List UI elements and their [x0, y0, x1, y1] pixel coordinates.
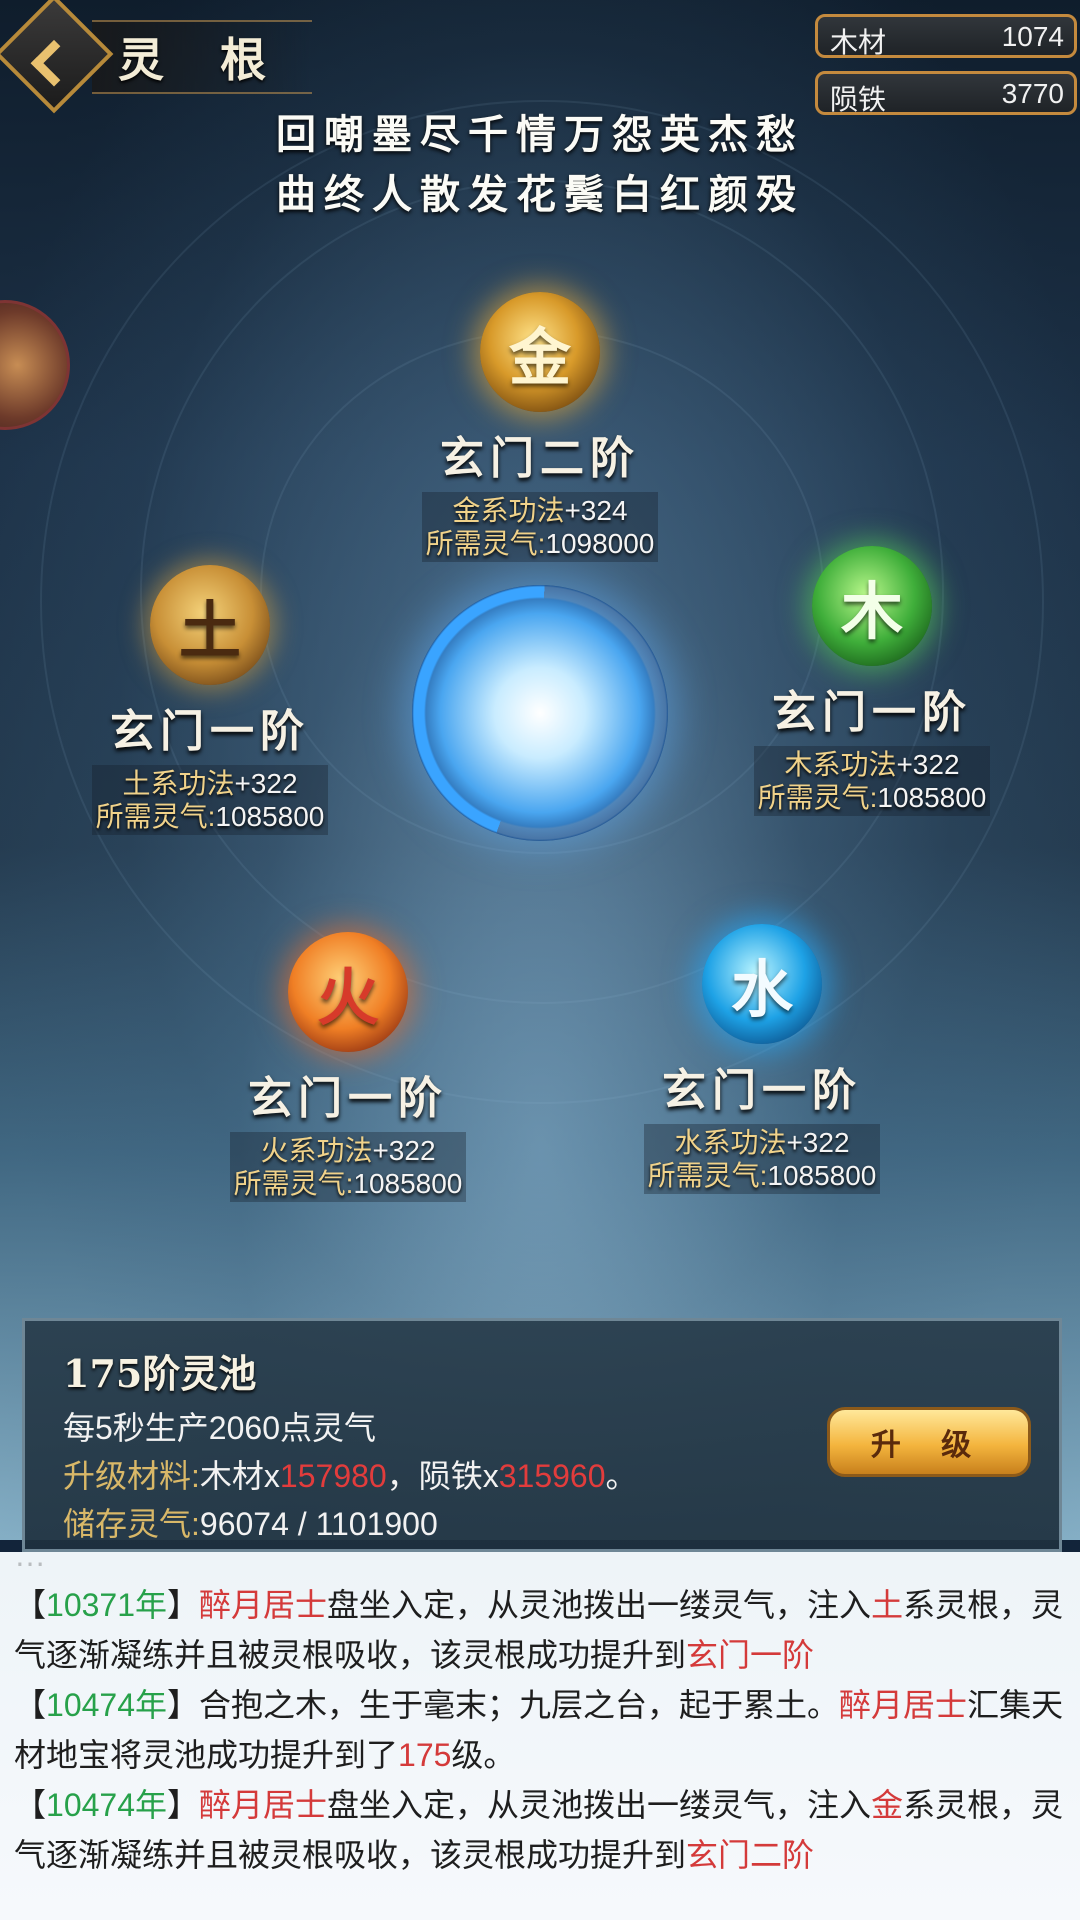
material-wood-name: 木材x	[199, 1458, 280, 1494]
log-actor: 醉月居士	[199, 1787, 328, 1823]
log-entry: 【10371年】醉月居士盘坐入定，从灵池拨出一缕灵气，注入土系灵根，灵气逐渐凝练…	[14, 1580, 1070, 1680]
resource-wood: 木材 1074	[815, 14, 1077, 58]
node-rank: 玄门一阶	[772, 687, 972, 738]
wood-element-icon[interactable]: 木	[812, 546, 932, 666]
log-entry: …	[14, 1552, 46, 1573]
material-separator: ，陨铁x	[386, 1458, 499, 1494]
bracket-open: 【	[14, 1587, 47, 1623]
spirit-root-scene: 灵 根 木材 1074 陨铁 3770 回嘲墨尽千情万怨英杰愁 曲终人散发花鬓白…	[0, 0, 1080, 1540]
material-label: 升级材料:	[63, 1458, 200, 1494]
req-label: 所需灵气:	[425, 528, 546, 559]
log-entry: 【10474年】合抱之木，生于毫末；九层之台，起于累土。醉月居士汇集天材地宝将灵…	[14, 1680, 1070, 1780]
earth-element-icon[interactable]: 土	[150, 565, 270, 685]
node-stats: 木系功法+322 所需灵气:1085800	[753, 746, 991, 816]
pool-title: 175阶灵池	[63, 1351, 257, 1396]
req-label: 所需灵气:	[757, 782, 878, 813]
log-year: 10474年	[46, 1787, 168, 1823]
material-end: 。	[605, 1458, 638, 1494]
node-stats: 火系功法+322 所需灵气:1085800	[229, 1132, 467, 1202]
req-value: 1085800	[215, 801, 325, 832]
log-text: 盘坐入定，从灵池拨出一缕灵气，注入	[327, 1787, 872, 1823]
node-rank: 玄门一阶	[110, 706, 310, 757]
log-level: 175	[398, 1737, 452, 1773]
log-element: 金	[871, 1787, 904, 1823]
log-text: 盘坐入定，从灵池拨出一缕灵气，注入	[327, 1587, 872, 1623]
node-rank: 玄门一阶	[248, 1073, 448, 1124]
node-wood[interactable]: 木 玄门一阶 木系功法+322 所需灵气:1085800	[692, 546, 1052, 816]
poem-line: 曲终人散发花鬓白红颜殁	[276, 171, 804, 218]
stored-label: 储存灵气:	[63, 1506, 200, 1542]
metal-element-icon[interactable]: 金	[480, 292, 600, 412]
node-stats: 水系功法+322 所需灵气:1085800	[643, 1124, 881, 1194]
resource-value: 1074	[1001, 21, 1064, 52]
stat-label: 火系功法	[260, 1135, 373, 1166]
log-year: 10371年	[46, 1587, 168, 1623]
stat-label: 土系功法	[122, 768, 235, 799]
material-wood-amount: 157980	[279, 1458, 387, 1494]
req-label: 所需灵气:	[95, 801, 216, 832]
stored-current: 96074	[199, 1506, 289, 1542]
stat-value: +322	[234, 768, 298, 799]
stat-value: +324	[564, 495, 628, 526]
req-value: 1085800	[877, 782, 987, 813]
log-year: 10474年	[46, 1687, 168, 1723]
log-element: 土	[871, 1587, 904, 1623]
upgrade-button[interactable]: 升 级	[827, 1407, 1031, 1477]
stat-value: +322	[372, 1135, 436, 1166]
req-label: 所需灵气:	[233, 1168, 354, 1199]
req-value: 1085800	[767, 1160, 877, 1191]
node-stats: 土系功法+322 所需灵气:1085800	[91, 765, 329, 835]
log-text: 级。	[451, 1737, 516, 1773]
log-actor: 醉月居士	[839, 1687, 968, 1723]
stat-label: 木系功法	[784, 749, 897, 780]
req-value: 1085800	[353, 1168, 463, 1199]
stat-label: 金系功法	[452, 495, 565, 526]
chevron-left-icon	[30, 39, 78, 87]
node-fire[interactable]: 火 玄门一阶 火系功法+322 所需灵气:1085800	[168, 932, 528, 1202]
core-progress-ring	[412, 585, 668, 841]
stat-value: +322	[896, 749, 960, 780]
node-stats: 金系功法+324 所需灵气:1098000	[421, 492, 659, 562]
node-water[interactable]: 水 玄门一阶 水系功法+322 所需灵气:1085800	[582, 924, 942, 1194]
stat-value: +322	[786, 1127, 850, 1158]
material-iron-amount: 315960	[498, 1458, 606, 1494]
bracket-close: 】	[167, 1687, 200, 1723]
stored-max: 1101900	[315, 1506, 438, 1542]
stat-label: 水系功法	[674, 1127, 787, 1158]
req-value: 1098000	[545, 528, 655, 559]
log-actor: 醉月居士	[199, 1587, 328, 1623]
bracket-open: 【	[14, 1687, 47, 1723]
log-text: 合抱之木，生于毫末；九层之台，起于累土。	[199, 1687, 840, 1723]
node-rank: 玄门二阶	[440, 433, 640, 484]
req-label: 所需灵气:	[647, 1160, 768, 1191]
pool-storage: 储存灵气:96074 / 1101900	[63, 1499, 438, 1545]
pool-materials: 升级材料:木材x157980，陨铁x315960。	[63, 1451, 638, 1497]
water-element-icon[interactable]: 水	[702, 924, 822, 1044]
spirit-pool-panel: 175阶灵池 每5秒生产2060点灵气 升级材料:木材x157980，陨铁x31…	[22, 1318, 1062, 1552]
node-metal[interactable]: 金 玄门二阶 金系功法+324 所需灵气:1098000	[360, 292, 720, 562]
node-rank: 玄门一阶	[662, 1065, 862, 1116]
node-earth[interactable]: 土 玄门一阶 土系功法+322 所需灵气:1085800	[30, 565, 390, 835]
poem-line: 回嘲墨尽千情万怨英杰愁	[276, 111, 804, 158]
page-title: 灵 根	[118, 33, 287, 87]
back-button[interactable]	[0, 0, 114, 114]
log-result: 玄门二阶	[686, 1837, 815, 1873]
log-result: 玄门一阶	[686, 1637, 815, 1673]
bracket-close: 】	[167, 1587, 200, 1623]
fire-element-icon[interactable]: 火	[288, 932, 408, 1052]
bracket-close: 】	[167, 1787, 200, 1823]
treasure-chest-icon[interactable]	[0, 300, 70, 430]
pool-production: 每5秒生产2060点灵气	[63, 1410, 376, 1446]
log-entry: 【10474年】醉月居士盘坐入定，从灵池拨出一缕灵气，注入金系灵根，灵气逐渐凝练…	[14, 1780, 1070, 1880]
bracket-open: 【	[14, 1787, 47, 1823]
event-log[interactable]: … 【10371年】醉月居士盘坐入定，从灵池拨出一缕灵气，注入土系灵根，灵气逐渐…	[0, 1552, 1080, 1920]
resource-name: 木材	[830, 27, 887, 58]
stored-separator: /	[288, 1506, 316, 1542]
